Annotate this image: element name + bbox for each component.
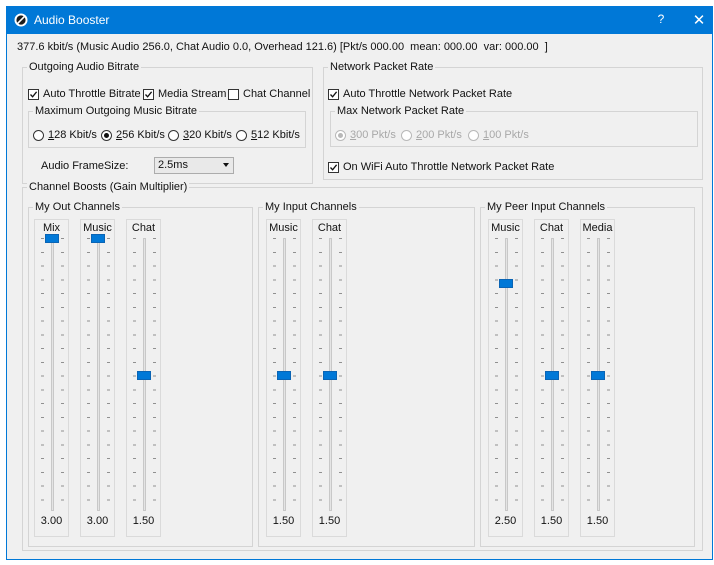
slider-value: 1.50 — [272, 515, 295, 527]
slider-thumb[interactable] — [591, 371, 605, 380]
close-button[interactable]: ✕ — [691, 11, 707, 29]
channel-boosts-group: Channel Boosts (Gain Multiplier) My Out … — [22, 181, 703, 551]
packet-300-radio[interactable] — [335, 130, 346, 141]
help-button[interactable]: ? — [653, 12, 669, 28]
slider-value: 3.00 — [86, 515, 109, 527]
slider-label: Music — [491, 222, 520, 234]
slider-label: Chat — [317, 222, 342, 234]
slider-label: Chat — [131, 222, 156, 234]
auto-throttle-packet-label[interactable]: Auto Throttle Network Packet Rate — [343, 88, 512, 100]
slider-out-music[interactable]: Music 3.00 — [80, 219, 115, 537]
slider-input-music[interactable]: Music 1.50 — [266, 219, 301, 537]
slider-out-chat[interactable]: Chat 1.50 — [126, 219, 161, 537]
slider-label: Mix — [42, 222, 61, 234]
slider-value: 1.50 — [540, 515, 563, 527]
slider-value: 1.50 — [586, 515, 609, 527]
auto-throttle-bitrate-label[interactable]: Auto Throttle Bitrate — [43, 88, 141, 100]
out-channels-legend: My Out Channels — [33, 201, 122, 213]
auto-throttle-packet-checkbox[interactable] — [328, 89, 339, 100]
slider-thumb[interactable] — [545, 371, 559, 380]
wifi-auto-throttle-checkbox[interactable] — [328, 162, 339, 173]
framesize-value: 2.5ms — [158, 159, 188, 171]
slider-track[interactable] — [51, 238, 54, 511]
framesize-select[interactable]: 2.5ms — [154, 157, 234, 174]
audio-booster-window: Audio Booster ? ✕ 377.6 kbit/s (Music Au… — [6, 6, 713, 560]
input-channels-group: My Input Channels Music 1.50 Chat 1.50 — [258, 201, 475, 547]
slider-thumb[interactable] — [45, 233, 59, 243]
slider-value: 2.50 — [494, 515, 517, 527]
slider-value: 1.50 — [132, 515, 155, 527]
channel-boosts-legend: Channel Boosts (Gain Multiplier) — [27, 181, 190, 193]
chat-channel-label[interactable]: Chat Channel — [243, 88, 310, 100]
slider-peer-music[interactable]: Music 2.50 — [488, 219, 523, 537]
slider-value: 3.00 — [40, 515, 63, 527]
slider-out-mix[interactable]: Mix 3.00 — [34, 219, 69, 537]
slider-thumb[interactable] — [499, 279, 513, 289]
max-packet-rate-legend: Max Network Packet Rate — [335, 105, 467, 117]
packet-100-radio[interactable] — [468, 130, 479, 141]
chat-channel-checkbox[interactable] — [228, 89, 239, 100]
check-icon — [145, 91, 153, 98]
bitrate-256-label[interactable]: 256 Kbit/s — [116, 129, 165, 141]
bitrate-128-label[interactable]: 128 Kbit/s — [48, 129, 97, 141]
packet-300-label[interactable]: 300 Pkt/s — [350, 129, 396, 141]
bitrate-320-radio[interactable] — [168, 130, 179, 141]
slider-peer-media[interactable]: Media 1.50 — [580, 219, 615, 537]
check-icon — [330, 164, 338, 171]
app-icon — [14, 13, 28, 27]
out-channels-group: My Out Channels Mix 3.00 Music 3.00 Chat — [28, 201, 253, 547]
chevron-down-icon — [223, 163, 229, 167]
slider-label: Chat — [539, 222, 564, 234]
auto-throttle-bitrate-checkbox[interactable] — [28, 89, 39, 100]
packet-100-label[interactable]: 100 Pkt/s — [483, 129, 529, 141]
max-music-bitrate-group: Maximum Outgoing Music Bitrate 128 Kbit/… — [28, 105, 306, 148]
title-bar[interactable]: Audio Booster ? ✕ — [7, 7, 712, 34]
wifi-auto-throttle-label[interactable]: On WiFi Auto Throttle Network Packet Rat… — [343, 161, 554, 173]
bitrate-512-radio[interactable] — [236, 130, 247, 141]
window-title: Audio Booster — [34, 13, 110, 27]
bitrate-320-label[interactable]: 320 Kbit/s — [183, 129, 232, 141]
peer-input-channels-group: My Peer Input Channels Music 2.50 Chat 1… — [480, 201, 695, 547]
slider-label: Media — [582, 222, 613, 234]
status-line: 377.6 kbit/s (Music Audio 256.0, Chat Au… — [17, 41, 548, 53]
media-stream-checkbox[interactable] — [143, 89, 154, 100]
slider-track[interactable] — [97, 238, 100, 511]
packet-200-label[interactable]: 200 Pkt/s — [416, 129, 462, 141]
outgoing-bitrate-legend: Outgoing Audio Bitrate — [27, 61, 142, 73]
slider-peer-chat[interactable]: Chat 1.50 — [534, 219, 569, 537]
check-icon — [30, 91, 38, 98]
bitrate-256-radio[interactable] — [101, 130, 112, 141]
slider-thumb[interactable] — [91, 233, 105, 243]
packet-200-radio[interactable] — [401, 130, 412, 141]
bitrate-128-radio[interactable] — [33, 130, 44, 141]
slider-thumb[interactable] — [277, 371, 291, 380]
check-icon — [330, 91, 338, 98]
slider-label: Music — [83, 222, 112, 234]
peer-input-channels-legend: My Peer Input Channels — [485, 201, 608, 213]
media-stream-label[interactable]: Media Stream — [158, 88, 226, 100]
slider-input-chat[interactable]: Chat 1.50 — [312, 219, 347, 537]
bitrate-512-label[interactable]: 512 Kbit/s — [251, 129, 300, 141]
max-packet-rate-group: Max Network Packet Rate 300 Pkt/s 200 Pk… — [330, 105, 698, 147]
input-channels-legend: My Input Channels — [263, 201, 359, 213]
outgoing-bitrate-group: Outgoing Audio Bitrate Auto Throttle Bit… — [22, 61, 313, 184]
slider-label: Music — [269, 222, 298, 234]
slider-thumb[interactable] — [323, 371, 337, 380]
max-music-bitrate-legend: Maximum Outgoing Music Bitrate — [33, 105, 199, 117]
framesize-label: Audio FrameSize: — [41, 160, 129, 172]
network-packet-rate-legend: Network Packet Rate — [328, 61, 436, 73]
slider-thumb[interactable] — [137, 371, 151, 380]
network-packet-rate-group: Network Packet Rate Auto Throttle Networ… — [323, 61, 703, 180]
slider-value: 1.50 — [318, 515, 341, 527]
